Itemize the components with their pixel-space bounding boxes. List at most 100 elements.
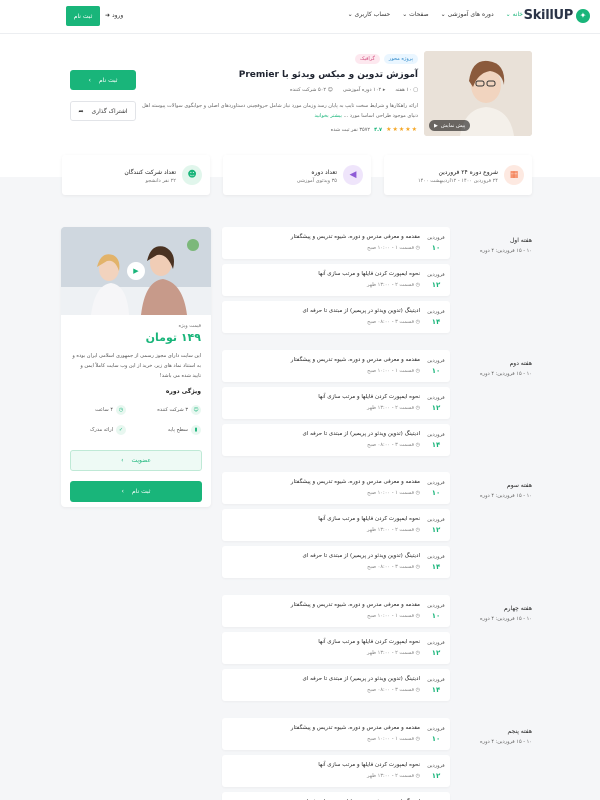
sidebar-register-button[interactable]: ‹ ثبت نام [70,481,202,502]
lesson-date: فروردین ۱۴ [426,307,446,327]
lesson-day: ۱۲ [431,526,441,534]
info-sub: ۳۵ ویدئوی آموزشی [296,177,337,184]
lesson-day: ۱۴ [431,318,441,326]
login-icon: ➜ [105,12,111,19]
lesson-month: فروردین [427,677,445,683]
header-register-button[interactable]: ثبت نام [66,6,100,26]
features-title: ویژگی دوره [165,388,201,395]
rating-value: ۴.۷ [374,126,383,133]
feature-level: ▮ سطح پایه [168,425,201,435]
info-card-start: ▦ شروع دوره ۲۴ فروردین ۲۴ فروردین ۱۴۰۰ -… [384,155,532,195]
lesson-time: ◷ قسمت ۳ - ۰۸:۰۰ صبح [367,442,420,448]
lesson-day: ۱۴ [431,563,441,571]
course-tags: پروژه محور گرافیک [355,54,418,64]
clock-icon: ◷ [415,527,420,533]
lesson-day: ۱۰ [431,735,441,743]
nav-home[interactable]: خانه ⌄ [506,11,523,18]
read-more-link[interactable]: بیشتر بخوانید [315,113,342,119]
lesson-day: ۱۰ [431,612,441,620]
lesson-card[interactable]: فروردین۱۴ادیتینگ (تدوین ویدئو در پریمیر)… [222,424,450,456]
price-value: ۱۴۹ تومان [145,331,201,344]
lesson-date: فروردین ۱۲ [426,270,446,290]
lesson-card[interactable]: فروردین ۱۰ مقدمه و معرفی مدرس و دوره، شیوه… [222,350,450,382]
share-button[interactable]: ➦ اشتراک گذاری [70,101,136,121]
lesson-month: فروردین [427,480,445,486]
lesson-date: فروردین ۱۲ [426,638,446,658]
lesson-date: فروردین ۱۲ [426,515,446,535]
logo[interactable]: SkillUP ✦ [524,8,590,23]
clock-icon: ◷ [415,736,420,742]
preview-video[interactable]: ▶ [61,227,211,315]
feature-students: ☺ ۳ شرکت کننده [157,405,201,415]
price-description: این سایت دارای مجوز رسمی از جمهوری اسلام… [72,353,201,379]
lesson-title: نحوه ایمپورت کردن فایلها و مرتب سازی آنه… [318,516,420,522]
course-thumbnail[interactable]: ▶ پیش نمایش [424,51,532,136]
lesson-title: مقدمه و معرفی مدرس و دوره، شیوه تدریس و … [290,602,420,608]
week-label: هفته پنجم ۱۰ - ۱۵ فروردین: ۴ دوره [480,726,532,748]
lesson-card[interactable]: فروردین ۱۲ نحوه ایمپورت کردن فایلها و مرتب… [222,632,450,664]
lesson-card[interactable]: فروردین ۱۲ نحوه ایمپورت کردن فایلها و مرتب… [222,264,450,296]
lesson-day: ۱۰ [431,489,441,497]
lesson-day: ۱۲ [431,772,441,780]
play-icon: ◀ [343,165,363,185]
lesson-card[interactable]: فروردین ۱۰ مقدمه و معرفی مدرس و دوره، شیوه… [222,595,450,627]
nav-pages[interactable]: صفحات ⌄ [402,11,428,18]
lesson-title: ادیتینگ (تدوین ویدئو در پریمیر) از مبتدی… [302,308,420,314]
star-rating-icon: ★★★★★ [386,126,418,133]
lesson-time: ◷ قسمت ۱ - ۱۰:۰۰ صبح [367,490,420,496]
week-title: هفته چهارم [503,605,532,612]
clock-icon: ◷ [415,442,420,448]
lesson-day: ۱۲ [431,649,441,657]
clock-icon: ◷ [415,319,420,325]
week-title: هفته اول [509,237,532,244]
lesson-month: فروردین [427,358,445,364]
enroll-button[interactable]: ‹ ثبت نام [70,70,136,90]
feature-certificate: ✓ ارائه مدرک [90,425,126,435]
nav-account[interactable]: حساب کاربری ⌄ [348,11,391,18]
lesson-day: ۱۰ [431,367,441,375]
lesson-card[interactable]: فروردین۱۴ ادیتینگ (تدوین ویدئو در پریمیر)… [222,301,450,333]
lesson-date: فروردین ۱۰ [426,356,446,376]
play-button[interactable]: ▶ [127,262,145,280]
lesson-time: ◷ قسمت ۲ - ۱۳:۰۰ ظهر [367,773,420,779]
lesson-date: فروردین ۱۰ [426,478,446,498]
login-link[interactable]: ➜ ورود [105,12,123,19]
tag-graphic[interactable]: گرافیک [355,54,380,64]
lesson-card[interactable]: فروردین۱۴ادیتینگ (تدوین ویدئو در پریمیر)… [222,546,450,578]
logo-icon: ✦ [576,8,590,23]
lesson-card[interactable]: فروردین ۱۰ مقدمه و معرفی مدرس و دوره، شیوه… [222,472,450,504]
course-title: آموزش تدوین و میکس ویدئو با Premier [238,70,418,80]
chevron-left-icon: ‹ [121,457,124,464]
nav-courses[interactable]: دوره های آموزشی ⌄ [441,11,494,18]
calendar-icon: ▦ [504,165,524,185]
lesson-card[interactable]: فروردین ۱۰ مقدمه و معرفی مدرس و دوره، شیوه… [222,718,450,750]
lesson-card[interactable]: فروردین ۱۲ نحوه ایمپورت کردن فایلها و مرتب… [222,509,450,541]
lesson-card[interactable]: فروردین۱۴ادیتینگ (تدوین ویدئو در پریمیر)… [222,669,450,701]
calendar-icon: ▢ [413,87,418,93]
lesson-time: ◷ قسمت ۲ - ۱۳:۰۰ ظهر [367,650,420,656]
membership-button[interactable]: ‹ عضویت [70,450,202,471]
lesson-month: فروردین [427,235,445,241]
lesson-month: فروردین [427,763,445,769]
lesson-card[interactable]: فروردین ۱۰ مقدمه و معرفی مدرس و دوره، شیوه… [222,227,450,259]
lesson-day: ۱۰ [431,244,441,252]
lesson-card[interactable]: فروردین ۱۲ نحوه ایمپورت کردن فایلها و مرتب… [222,755,450,787]
lesson-time: ◷ قسمت ۲ - ۱۳:۰۰ ظهر [367,527,420,533]
lesson-card[interactable]: فروردین ۱۲ نحوه ایمپورت کردن فایلها و مرتب… [222,387,450,419]
rating-count: ۳۵۷۲ نفر ثبت شده [330,126,371,133]
chevron-left-icon: ‹ [121,488,124,495]
lesson-date: فروردین ۱۴ [426,552,446,572]
lesson-title: مقدمه و معرفی مدرس و دوره، شیوه تدریس و … [290,725,420,731]
lesson-time: ◷ قسمت ۲ - ۱۳:۰۰ ظهر [367,405,420,411]
chevron-left-icon: ‹ [88,76,91,84]
week-title: هفته پنجم [507,728,532,735]
lesson-card[interactable]: فروردین۱۴ادیتینگ (تدوین ویدئو در پریمیر)… [222,792,450,800]
users-icon: ☺ [191,405,201,415]
clock-icon: ◷ [415,490,420,496]
week-title: هفته سوم [507,482,532,489]
lesson-title: نحوه ایمپورت کردن فایلها و مرتب سازی آنه… [318,639,420,645]
lesson-title: مقدمه و معرفی مدرس و دوره، شیوه تدریس و … [290,234,420,240]
tag-project[interactable]: پروژه محور [383,54,418,64]
lesson-title: نحوه ایمپورت کردن فایلها و مرتب سازی آنه… [318,271,420,277]
preview-badge[interactable]: ▶ پیش نمایش [429,120,471,131]
